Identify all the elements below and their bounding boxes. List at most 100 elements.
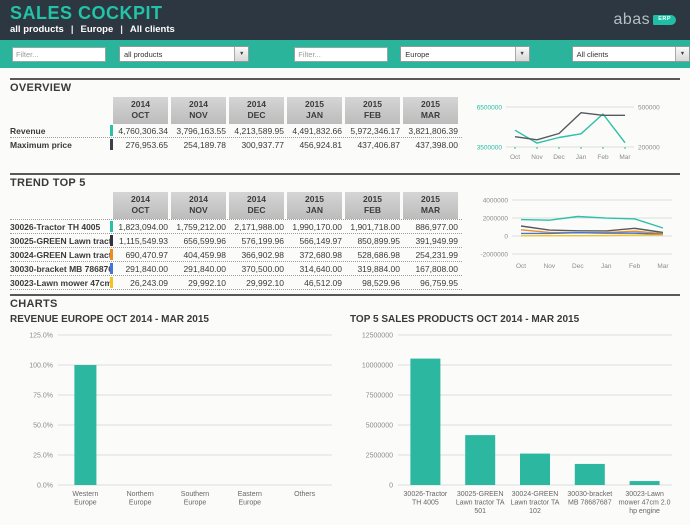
- column-header: 2014DEC: [229, 97, 284, 124]
- x-axis-label: Mar: [658, 263, 670, 270]
- column-month: OCT: [113, 205, 168, 216]
- x-axis-label: EasternEurope: [238, 491, 262, 507]
- x-axis-label: Oct: [516, 263, 526, 270]
- column-header: 2015FEB: [345, 192, 400, 219]
- table-cell: 372,680.98: [287, 248, 345, 261]
- row-label: 30026-Tractor TH 4005: [10, 220, 110, 233]
- region-filter-input[interactable]: [294, 47, 388, 62]
- top5-products-bar-chart: 1250000010000000750000050000002500000030…: [350, 327, 680, 520]
- y-axis-label: 0.0%: [37, 482, 53, 489]
- x-axis-label: Others: [294, 491, 316, 498]
- column-month: MAR: [403, 110, 458, 121]
- top5-chart-title: TOP 5 SALES PRODUCTS OCT 2014 - MAR 2015: [350, 314, 680, 325]
- table-cell: 3,821,806.39: [403, 124, 461, 137]
- table-cell: 4,491,832.66: [287, 124, 345, 137]
- table-cell: 167,808.00: [403, 262, 461, 275]
- y-axis-label: 6500000: [477, 105, 503, 112]
- bar: [630, 481, 660, 485]
- table-cell: 1,823,094.00: [113, 220, 171, 233]
- product-select[interactable]: all products ▼: [119, 46, 249, 62]
- region-select[interactable]: Europe ▼: [400, 46, 529, 62]
- x-axis-label: 30024-GREENLawn tractor TA102: [511, 491, 560, 515]
- table-cell: 437,406.87: [345, 138, 403, 151]
- table-cell: 886,977.00: [403, 220, 461, 233]
- y-axis-label: -2000000: [481, 252, 509, 259]
- table-cell: 300,937.77: [229, 138, 287, 151]
- column-month: NOV: [171, 205, 226, 216]
- y-axis-label: 3500000: [477, 145, 503, 152]
- breadcrumb-item: Europe: [81, 24, 114, 35]
- y-axis-label: 5000000: [366, 422, 393, 429]
- column-year: 2015: [345, 194, 400, 205]
- column-year: 2014: [113, 99, 168, 110]
- x-axis-label: Oct: [510, 154, 520, 161]
- chevron-down-icon: ▼: [234, 47, 248, 61]
- x-axis-label: Nov: [532, 154, 544, 161]
- column-year: 2014: [229, 99, 284, 110]
- table-header-spacer: [10, 192, 113, 219]
- abas-logo: abas ERP: [613, 0, 676, 40]
- y-axis-label: 10000000: [362, 362, 393, 369]
- trend-line-chart: 400000020000000-2000000OctNovDecJanFebMa…: [466, 192, 680, 276]
- table-row: Revenue4,760,306.343,796,163.554,213,589…: [10, 124, 462, 138]
- x-axis-label: Jan: [576, 154, 587, 161]
- table-cell: 370,500.00: [229, 262, 287, 275]
- x-axis-label: Feb: [598, 154, 610, 161]
- series-line: [521, 235, 663, 236]
- x-axis-label: 30023-Lawnmower 47cm 2.0hp engine: [619, 491, 671, 515]
- bar: [520, 454, 550, 485]
- x-axis-label: Jan: [601, 263, 612, 270]
- header-title-block: SALES COCKPIT all products|Europe|All cl…: [0, 0, 175, 40]
- x-axis-label: 30026-TractorTH 4005: [404, 491, 448, 507]
- column-year: 2015: [287, 194, 342, 205]
- table-row: Maximum price276,953.65254,189.78300,937…: [10, 138, 462, 151]
- table-header-row: 2014OCT2014NOV2014DEC2015JAN2015FEB2015M…: [10, 192, 462, 220]
- column-year: 2014: [171, 194, 226, 205]
- column-year: 2015: [403, 99, 458, 110]
- table-cell: 29,992.10: [171, 276, 229, 289]
- trend-top5-table: 2014OCT2014NOV2014DEC2015JAN2015FEB2015M…: [10, 192, 462, 290]
- column-header: 2014DEC: [229, 192, 284, 219]
- table-cell: 391,949.99: [403, 234, 461, 247]
- column-header: 2015MAR: [403, 97, 458, 124]
- x-axis-label: SouthernEurope: [181, 491, 210, 507]
- page-title: SALES COCKPIT: [10, 3, 175, 23]
- x-axis-label: WesternEurope: [72, 491, 98, 507]
- bar: [74, 365, 96, 485]
- y-axis-label: 2500000: [366, 452, 393, 459]
- column-header: 2014NOV: [171, 97, 226, 124]
- chevron-down-icon: ▼: [515, 47, 529, 61]
- table-cell: 656,599.96: [171, 234, 229, 247]
- table-row: 30026-Tractor TH 40051,823,094.001,759,2…: [10, 220, 462, 234]
- column-month: DEC: [229, 205, 284, 216]
- chevron-down-icon: ▼: [675, 47, 689, 61]
- charts-section: CHARTS REVENUE EUROPE OCT 2014 - MAR 201…: [10, 294, 680, 525]
- row-label: Maximum price: [10, 138, 110, 151]
- app-header: SALES COCKPIT all products|Europe|All cl…: [0, 0, 690, 40]
- table-cell: 690,470.97: [113, 248, 171, 261]
- table-cell: 3,796,163.55: [171, 124, 229, 137]
- client-select[interactable]: All clients ▼: [572, 46, 690, 62]
- revenue-chart-title: REVENUE EUROPE OCT 2014 - MAR 2015: [10, 314, 340, 325]
- table-cell: 437,398.00: [403, 138, 461, 151]
- filter-bar: all products ▼ Europe ▼ All clients ▼: [0, 40, 690, 68]
- overview-line-chart: 65000003500000500000200000OctNovDecJanFe…: [466, 97, 680, 165]
- column-month: MAR: [403, 205, 458, 216]
- table-cell: 566,149.97: [287, 234, 345, 247]
- column-year: 2014: [113, 194, 168, 205]
- bar: [575, 464, 605, 485]
- charts-section-title: CHARTS: [10, 298, 680, 310]
- table-row: 30023-Lawn mower 47cm 226,243.0929,992.1…: [10, 276, 462, 290]
- table-cell: 1,115,549.93: [113, 234, 171, 247]
- table-cell: 456,924.81: [287, 138, 345, 151]
- column-header: 2015JAN: [287, 192, 342, 219]
- table-row: 30025-GREEN Lawn tractor1,115,549.93656,…: [10, 234, 462, 248]
- trend-section-title: TREND TOP 5: [10, 177, 680, 189]
- x-axis-label: NorthernEurope: [127, 491, 154, 507]
- row-label: 30025-GREEN Lawn tractor: [10, 234, 110, 247]
- table-cell: 254,189.78: [171, 138, 229, 151]
- product-filter-input[interactable]: [12, 47, 106, 62]
- table-cell: 5,972,346.17: [345, 124, 403, 137]
- breadcrumb: all products|Europe|All clients: [10, 24, 175, 35]
- table-cell: 1,990,170.00: [287, 220, 345, 233]
